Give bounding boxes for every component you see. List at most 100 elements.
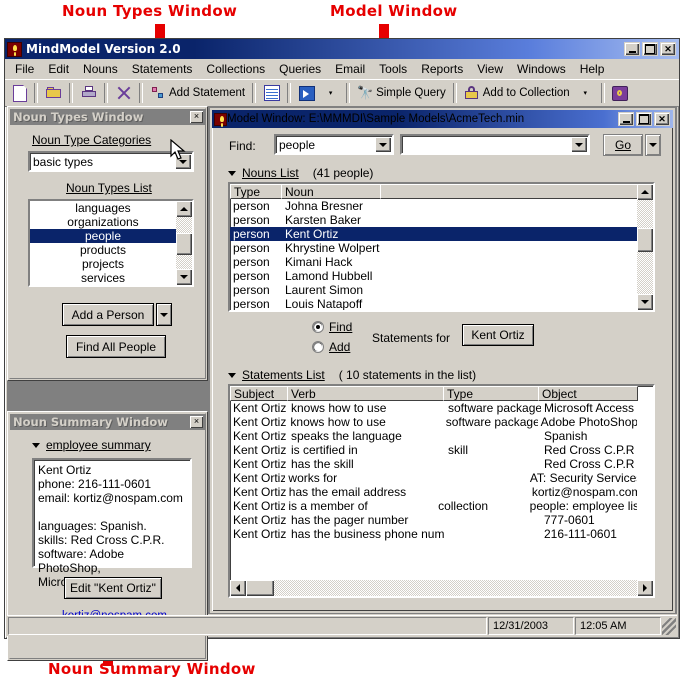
find-text-combobox[interactable] <box>400 134 590 155</box>
menu-item-tools[interactable]: Tools <box>372 60 414 78</box>
toolbar-simple-query-button[interactable]: 🔭 Simple Query <box>354 82 449 104</box>
noun-summary-window-close-button[interactable]: × <box>190 416 203 428</box>
subject-noun-button[interactable]: Kent Ortiz <box>462 324 534 346</box>
model-window-minimize-button[interactable] <box>618 112 634 126</box>
toolbar-add-statement-button[interactable]: Add Statement <box>147 82 248 104</box>
statements-list-grid[interactable]: Subject Verb Type Object Kent Ortiz know… <box>228 384 655 598</box>
expander-triangle-icon[interactable] <box>228 170 236 176</box>
table-row[interactable]: Kent Ortiz knows how to use software pac… <box>230 415 637 429</box>
find-text-value[interactable] <box>402 136 571 153</box>
list-item[interactable]: organizations <box>30 215 176 229</box>
noun-types-listbox-scrollbar[interactable] <box>176 201 192 285</box>
list-item[interactable]: products <box>30 243 176 257</box>
table-row[interactable]: person Karsten Baker <box>230 213 637 227</box>
chevron-down-icon[interactable] <box>571 137 587 152</box>
scroll-up-arrow-icon[interactable] <box>637 184 653 200</box>
chevron-down-icon[interactable] <box>375 137 391 152</box>
statements-list-hscrollbar[interactable] <box>230 580 653 596</box>
scroll-down-arrow-icon[interactable] <box>176 269 192 285</box>
list-item[interactable]: projects <box>30 257 176 271</box>
radio-add-icon[interactable] <box>312 341 324 353</box>
radio-find[interactable]: Find <box>312 320 352 334</box>
menu-item-collections[interactable]: Collections <box>199 60 272 78</box>
model-window-close-button[interactable]: ✕ <box>654 112 670 126</box>
statements-column-header-verb[interactable]: Verb <box>287 386 444 401</box>
toolbar-add-to-collection-dropdown[interactable]: ▾ <box>574 82 597 104</box>
app-minimize-button[interactable] <box>624 42 640 56</box>
nouns-list-scrollbar[interactable] <box>637 184 653 310</box>
table-row[interactable]: person Laurent Simon <box>230 283 637 297</box>
expander-triangle-icon[interactable] <box>32 442 40 448</box>
scroll-right-arrow-icon[interactable] <box>637 580 653 596</box>
menu-item-reports[interactable]: Reports <box>414 60 470 78</box>
menu-item-view[interactable]: View <box>470 60 510 78</box>
find-all-people-button[interactable]: Find All People <box>66 335 166 358</box>
menu-item-help[interactable]: Help <box>573 60 612 78</box>
list-item[interactable]: languages <box>30 201 176 215</box>
table-row[interactable]: person Kimani Hack <box>230 255 637 269</box>
nouns-list-label[interactable]: Nouns List <box>242 166 299 180</box>
toolbar-delete-button[interactable] <box>112 82 135 104</box>
nouns-column-header-blank[interactable] <box>380 184 638 199</box>
toolbar-add-to-collection-button[interactable]: Add to Collection <box>461 82 573 104</box>
employee-summary-label[interactable]: employee summary <box>46 438 151 452</box>
table-row[interactable]: Kent Ortiz has the email address kortiz@… <box>230 485 637 499</box>
menu-item-edit[interactable]: Edit <box>41 60 76 78</box>
go-button[interactable]: Go <box>603 134 643 156</box>
statements-column-header-object[interactable]: Object <box>538 386 638 401</box>
add-a-person-button[interactable]: Add a Person <box>62 303 154 326</box>
scrollbar-thumb[interactable] <box>176 233 192 255</box>
toolbar-print-button[interactable] <box>77 82 100 104</box>
table-row[interactable]: Kent Ortiz knows how to use software pac… <box>230 401 637 415</box>
toolbar-help-button[interactable] <box>609 82 632 104</box>
noun-types-listbox[interactable]: languages organizations people products … <box>28 199 194 287</box>
model-window-maximize-button[interactable] <box>636 112 652 126</box>
table-row[interactable]: Kent Ortiz has the skill Red Cross C.P.R <box>230 457 637 471</box>
noun-summary-window-caption[interactable]: Noun Summary Window × <box>10 414 205 430</box>
toolbar-open-button[interactable] <box>42 82 65 104</box>
table-row[interactable]: Kent Ortiz speaks the language Spanish <box>230 429 637 443</box>
add-a-person-dropdown-button[interactable] <box>156 303 172 326</box>
list-item-selected[interactable]: people <box>30 229 176 243</box>
noun-types-window-close-button[interactable]: × <box>190 111 203 123</box>
app-close-button[interactable]: ✕ <box>660 42 676 56</box>
app-maximize-button[interactable] <box>642 42 658 56</box>
table-row[interactable]: Kent Ortiz works for AT: Security Servic… <box>230 471 637 485</box>
table-row[interactable]: person Louis Natapoff <box>230 297 637 310</box>
table-row[interactable]: person Lamond Hubbell <box>230 269 637 283</box>
toolbar-window-dropdown[interactable]: ▾ <box>319 82 342 104</box>
table-row[interactable]: person Khrystine Wolpert <box>230 241 637 255</box>
table-row[interactable]: Kent Ortiz has the business phone number… <box>230 527 637 541</box>
menu-item-email[interactable]: Email <box>328 60 372 78</box>
app-titlebar[interactable]: MindModel Version 2.0 ✕ <box>5 39 679 59</box>
radio-add[interactable]: Add <box>312 340 350 354</box>
table-row[interactable]: person Johna Bresner <box>230 199 637 213</box>
find-type-combobox[interactable]: people <box>274 134 394 155</box>
statements-column-header-type[interactable]: Type <box>443 386 539 401</box>
scrollbar-thumb[interactable] <box>246 580 274 596</box>
menu-item-windows[interactable]: Windows <box>510 60 573 78</box>
table-row[interactable]: Kent Ortiz is a member of collection peo… <box>230 499 637 513</box>
table-row[interactable]: Kent Ortiz is certified in skill Red Cro… <box>230 443 637 457</box>
menu-item-nouns[interactable]: Nouns <box>76 60 125 78</box>
menu-item-statements[interactable]: Statements <box>125 60 200 78</box>
nouns-list-grid[interactable]: Type Noun person Johna Bresner person Ka… <box>228 182 655 312</box>
nouns-column-header-type[interactable]: Type <box>230 184 282 199</box>
list-item[interactable]: services <box>30 271 176 285</box>
toolbar-new-button[interactable] <box>7 82 30 104</box>
model-window-titlebar[interactable]: Model Window: E:\MMMDI\Sample Models\Acm… <box>212 110 673 128</box>
scroll-down-arrow-icon[interactable] <box>637 294 653 310</box>
toolbar-grid-view-button[interactable] <box>260 82 283 104</box>
statements-column-header-subject[interactable]: Subject <box>230 386 288 401</box>
table-row[interactable]: Kent Ortiz has the pager number 777-0601 <box>230 513 637 527</box>
scroll-left-arrow-icon[interactable] <box>230 580 246 596</box>
menu-item-queries[interactable]: Queries <box>272 60 328 78</box>
toolbar-window-button[interactable] <box>295 82 318 104</box>
scroll-up-arrow-icon[interactable] <box>176 201 192 217</box>
noun-types-window-caption[interactable]: Noun Types Window × <box>10 109 205 125</box>
menu-item-file[interactable]: File <box>8 60 41 78</box>
edit-noun-button[interactable]: Edit "Kent Ortiz" <box>64 577 162 599</box>
scrollbar-thumb[interactable] <box>637 228 653 252</box>
table-row-selected[interactable]: person Kent Ortiz <box>230 227 637 241</box>
go-dropdown-button[interactable] <box>645 134 661 156</box>
